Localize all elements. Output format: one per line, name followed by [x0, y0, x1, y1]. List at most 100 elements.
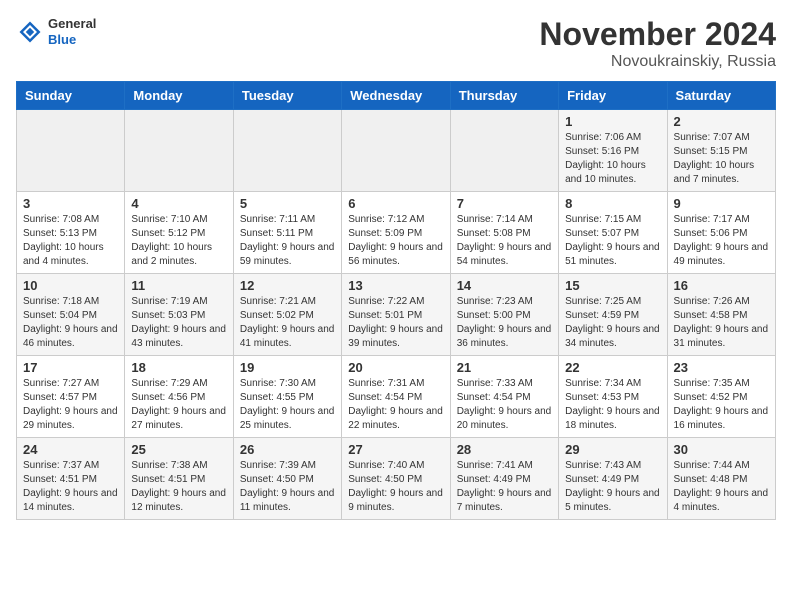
header-sunday: Sunday: [17, 82, 125, 110]
calendar-header: SundayMondayTuesdayWednesdayThursdayFrid…: [17, 82, 776, 110]
day-info: Sunrise: 7:11 AM Sunset: 5:11 PM Dayligh…: [240, 213, 335, 269]
day-number: 13: [348, 278, 443, 293]
calendar-table: SundayMondayTuesdayWednesdayThursdayFrid…: [16, 81, 776, 520]
calendar-cell: 15 Sunrise: 7:25 AM Sunset: 4:59 PM Dayli…: [559, 274, 667, 356]
calendar-cell: 26 Sunrise: 7:39 AM Sunset: 4:50 PM Dayli…: [233, 438, 341, 520]
calendar-cell: 13 Sunrise: 7:22 AM Sunset: 5:01 PM Dayli…: [342, 274, 450, 356]
day-number: 2: [674, 114, 769, 129]
day-number: 21: [457, 360, 552, 375]
day-number: 27: [348, 442, 443, 457]
logo-text: General Blue: [48, 16, 96, 47]
day-info: Sunrise: 7:44 AM Sunset: 4:48 PM Dayligh…: [674, 459, 769, 515]
day-number: 30: [674, 442, 769, 457]
day-info: Sunrise: 7:38 AM Sunset: 4:51 PM Dayligh…: [131, 459, 226, 515]
calendar-cell: [450, 110, 558, 192]
day-number: 28: [457, 442, 552, 457]
day-info: Sunrise: 7:14 AM Sunset: 5:08 PM Dayligh…: [457, 213, 552, 269]
day-number: 20: [348, 360, 443, 375]
day-number: 12: [240, 278, 335, 293]
day-number: 8: [565, 196, 660, 211]
day-number: 26: [240, 442, 335, 457]
day-info: Sunrise: 7:37 AM Sunset: 4:51 PM Dayligh…: [23, 459, 118, 515]
logo: General Blue: [16, 16, 96, 47]
day-info: Sunrise: 7:31 AM Sunset: 4:54 PM Dayligh…: [348, 377, 443, 433]
day-info: Sunrise: 7:18 AM Sunset: 5:04 PM Dayligh…: [23, 295, 118, 351]
day-info: Sunrise: 7:27 AM Sunset: 4:57 PM Dayligh…: [23, 377, 118, 433]
header-tuesday: Tuesday: [233, 82, 341, 110]
day-info: Sunrise: 7:07 AM Sunset: 5:15 PM Dayligh…: [674, 131, 769, 187]
calendar-cell: 27Sunrise: 7:40 AM Sunset: 4:50 PM Dayli…: [342, 438, 450, 520]
day-number: 3: [23, 196, 118, 211]
day-number: 19: [240, 360, 335, 375]
logo-icon: [16, 18, 44, 46]
day-info: Sunrise: 7:29 AM Sunset: 4:56 PM Dayligh…: [131, 377, 226, 433]
calendar-cell: 28 Sunrise: 7:41 AM Sunset: 4:49 PM Dayli…: [450, 438, 558, 520]
calendar-cell: 5 Sunrise: 7:11 AM Sunset: 5:11 PM Daylig…: [233, 192, 341, 274]
day-number: 14: [457, 278, 552, 293]
days-header-row: SundayMondayTuesdayWednesdayThursdayFrid…: [17, 82, 776, 110]
calendar-cell: 12Sunrise: 7:21 AM Sunset: 5:02 PM Dayli…: [233, 274, 341, 356]
calendar-cell: 23 Sunrise: 7:35 AM Sunset: 4:52 PM Dayli…: [667, 356, 775, 438]
header-friday: Friday: [559, 82, 667, 110]
day-number: 15: [565, 278, 660, 293]
day-number: 18: [131, 360, 226, 375]
calendar-cell: 14Sunrise: 7:23 AM Sunset: 5:00 PM Dayli…: [450, 274, 558, 356]
week-row-2: 3Sunrise: 7:08 AM Sunset: 5:13 PM Daylig…: [17, 192, 776, 274]
calendar-body: 1 Sunrise: 7:06 AM Sunset: 5:16 PM Daylig…: [17, 110, 776, 520]
week-row-5: 24 Sunrise: 7:37 AM Sunset: 4:51 PM Dayli…: [17, 438, 776, 520]
day-info: Sunrise: 7:25 AM Sunset: 4:59 PM Dayligh…: [565, 295, 660, 351]
calendar-cell: 1 Sunrise: 7:06 AM Sunset: 5:16 PM Daylig…: [559, 110, 667, 192]
day-info: Sunrise: 7:39 AM Sunset: 4:50 PM Dayligh…: [240, 459, 335, 515]
day-number: 11: [131, 278, 226, 293]
calendar-cell: 20 Sunrise: 7:31 AM Sunset: 4:54 PM Dayli…: [342, 356, 450, 438]
day-number: 29: [565, 442, 660, 457]
day-info: Sunrise: 7:17 AM Sunset: 5:06 PM Dayligh…: [674, 213, 769, 269]
logo-general: General: [48, 16, 96, 32]
calendar-cell: 3Sunrise: 7:08 AM Sunset: 5:13 PM Daylig…: [17, 192, 125, 274]
day-info: Sunrise: 7:06 AM Sunset: 5:16 PM Dayligh…: [565, 131, 660, 187]
day-number: 23: [674, 360, 769, 375]
day-number: 25: [131, 442, 226, 457]
header-thursday: Thursday: [450, 82, 558, 110]
calendar-cell: [125, 110, 233, 192]
day-number: 7: [457, 196, 552, 211]
day-info: Sunrise: 7:41 AM Sunset: 4:49 PM Dayligh…: [457, 459, 552, 515]
week-row-4: 17 Sunrise: 7:27 AM Sunset: 4:57 PM Dayli…: [17, 356, 776, 438]
calendar-cell: [17, 110, 125, 192]
header-saturday: Saturday: [667, 82, 775, 110]
day-number: 5: [240, 196, 335, 211]
calendar-title: November 2024: [539, 16, 776, 53]
calendar-cell: 7 Sunrise: 7:14 AM Sunset: 5:08 PM Daylig…: [450, 192, 558, 274]
day-info: Sunrise: 7:33 AM Sunset: 4:54 PM Dayligh…: [457, 377, 552, 433]
day-number: 24: [23, 442, 118, 457]
calendar-cell: 8Sunrise: 7:15 AM Sunset: 5:07 PM Daylig…: [559, 192, 667, 274]
calendar-cell: 29Sunrise: 7:43 AM Sunset: 4:49 PM Dayli…: [559, 438, 667, 520]
calendar-cell: 4Sunrise: 7:10 AM Sunset: 5:12 PM Daylig…: [125, 192, 233, 274]
day-info: Sunrise: 7:34 AM Sunset: 4:53 PM Dayligh…: [565, 377, 660, 433]
calendar-cell: 25 Sunrise: 7:38 AM Sunset: 4:51 PM Dayli…: [125, 438, 233, 520]
header-wednesday: Wednesday: [342, 82, 450, 110]
day-number: 9: [674, 196, 769, 211]
day-info: Sunrise: 7:35 AM Sunset: 4:52 PM Dayligh…: [674, 377, 769, 433]
calendar-cell: 10 Sunrise: 7:18 AM Sunset: 5:04 PM Dayli…: [17, 274, 125, 356]
calendar-cell: [342, 110, 450, 192]
calendar-cell: 18 Sunrise: 7:29 AM Sunset: 4:56 PM Dayli…: [125, 356, 233, 438]
calendar-cell: 21 Sunrise: 7:33 AM Sunset: 4:54 PM Dayli…: [450, 356, 558, 438]
calendar-cell: 24 Sunrise: 7:37 AM Sunset: 4:51 PM Dayli…: [17, 438, 125, 520]
day-info: Sunrise: 7:12 AM Sunset: 5:09 PM Dayligh…: [348, 213, 443, 269]
calendar-cell: 22 Sunrise: 7:34 AM Sunset: 4:53 PM Dayli…: [559, 356, 667, 438]
day-info: Sunrise: 7:22 AM Sunset: 5:01 PM Dayligh…: [348, 295, 443, 351]
day-number: 10: [23, 278, 118, 293]
day-number: 22: [565, 360, 660, 375]
calendar-cell: 11Sunrise: 7:19 AM Sunset: 5:03 PM Dayli…: [125, 274, 233, 356]
day-number: 16: [674, 278, 769, 293]
day-number: 4: [131, 196, 226, 211]
day-number: 1: [565, 114, 660, 129]
calendar-cell: 19 Sunrise: 7:30 AM Sunset: 4:55 PM Dayli…: [233, 356, 341, 438]
calendar-cell: [233, 110, 341, 192]
week-row-1: 1 Sunrise: 7:06 AM Sunset: 5:16 PM Daylig…: [17, 110, 776, 192]
day-number: 6: [348, 196, 443, 211]
day-info: Sunrise: 7:30 AM Sunset: 4:55 PM Dayligh…: [240, 377, 335, 433]
calendar-cell: 2 Sunrise: 7:07 AM Sunset: 5:15 PM Daylig…: [667, 110, 775, 192]
day-number: 17: [23, 360, 118, 375]
